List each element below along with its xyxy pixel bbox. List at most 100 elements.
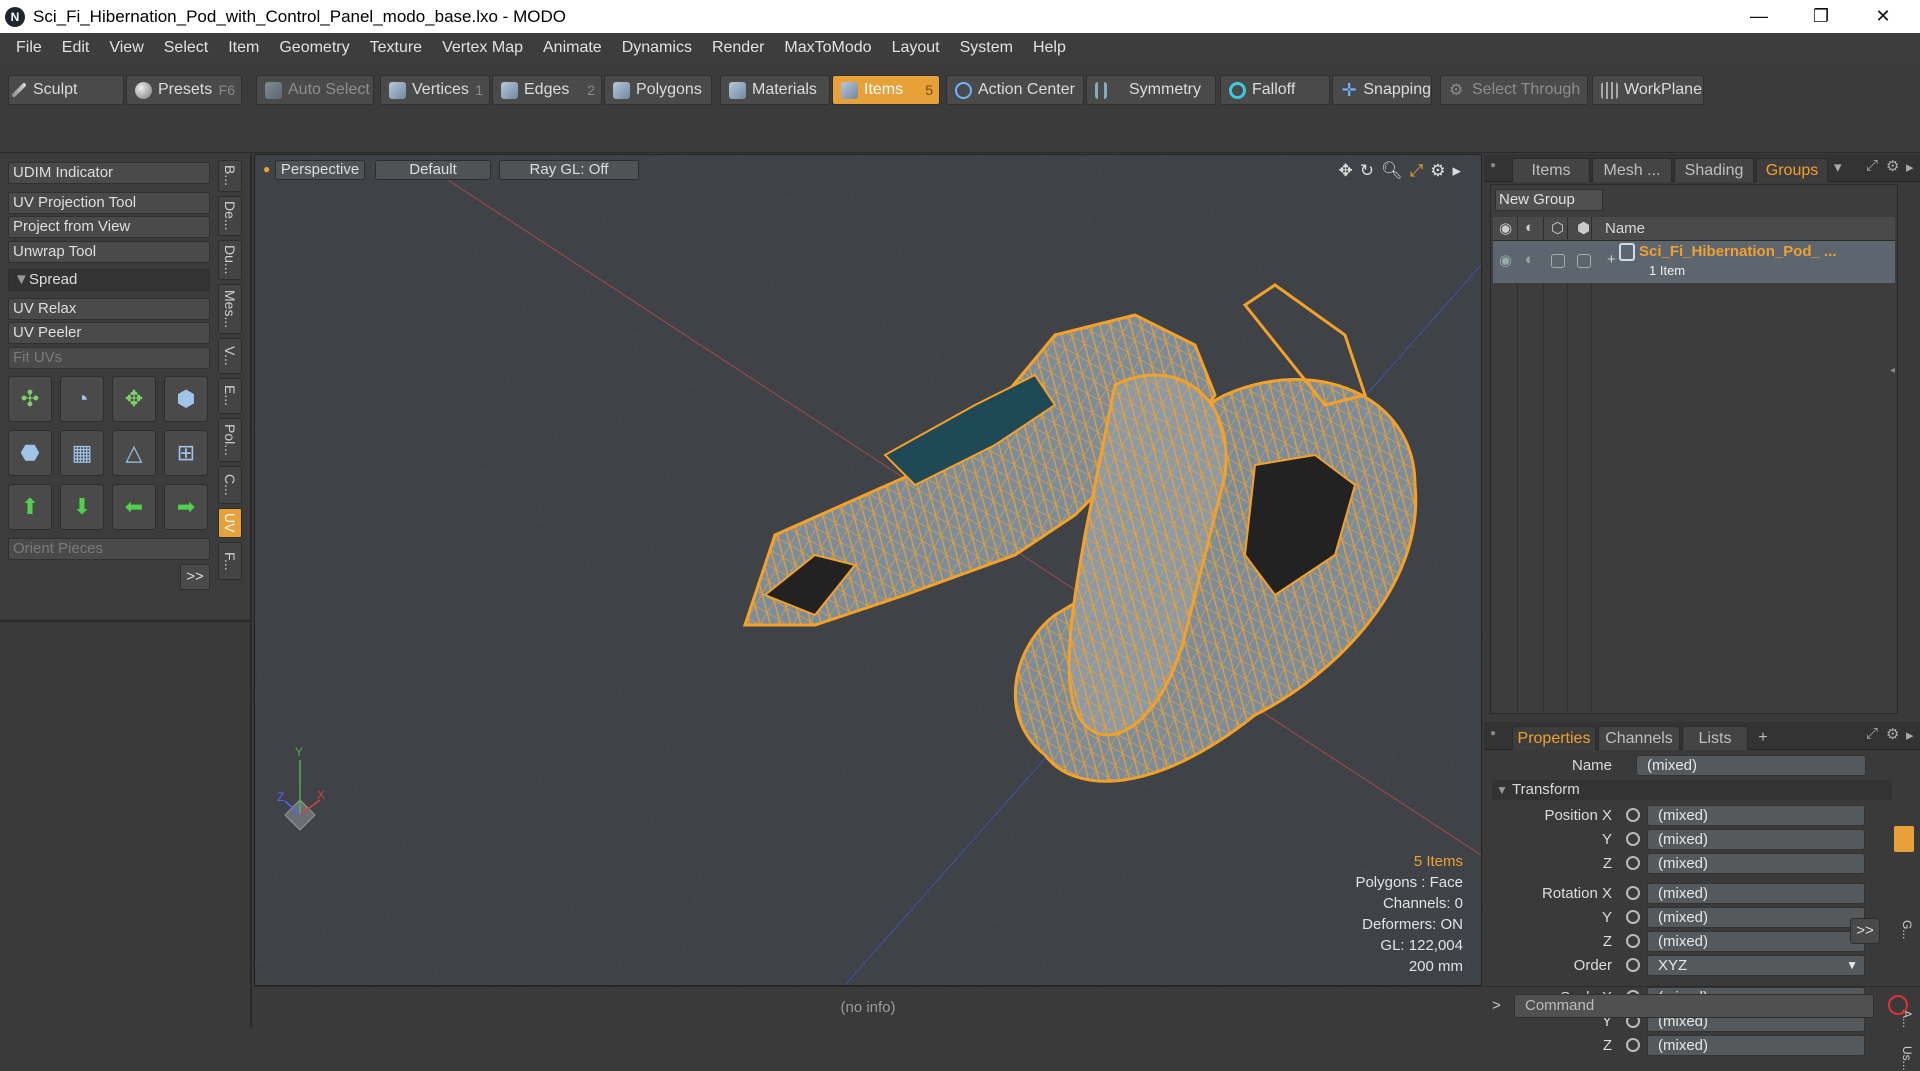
tab-lists[interactable]: Lists [1682, 726, 1748, 750]
viewport-settings-icon[interactable]: ⚙ [1430, 161, 1445, 181]
side-tab-g[interactable]: G... [1894, 920, 1914, 939]
tab-duplicate[interactable]: Du... [218, 240, 242, 280]
popout-icon[interactable]: ⤢ [1866, 157, 1878, 174]
materials-button[interactable]: Materials [720, 75, 830, 105]
menu-item[interactable]: Item [218, 39, 269, 57]
menu-animate[interactable]: Animate [533, 39, 612, 57]
expand-plus-icon[interactable]: + [1607, 251, 1616, 268]
uv-rotate-tool-icon[interactable]: ◔ [60, 376, 104, 422]
udim-indicator-button[interactable]: UDIM Indicator [8, 162, 210, 184]
scrollbar[interactable]: ◂ [1890, 365, 1895, 376]
tab-groups[interactable]: Groups [1756, 158, 1828, 182]
orbit-icon[interactable]: ↻ [1360, 161, 1374, 181]
menu-system[interactable]: System [950, 39, 1023, 57]
tab-shading[interactable]: Shading [1674, 158, 1754, 182]
menu-file[interactable]: File [6, 39, 52, 57]
lock-cube-icon[interactable]: ⬡ [1551, 219, 1564, 237]
shading-dropdown[interactable]: Default [375, 160, 491, 180]
tab-vertex[interactable]: V... [218, 338, 242, 374]
position-y-field[interactable]: (mixed) [1647, 828, 1865, 850]
row-lock-checkbox[interactable] [1551, 254, 1565, 268]
menu-view[interactable]: View [99, 39, 153, 57]
keyframe-dot[interactable] [1626, 958, 1640, 972]
uv-projection-tool-button[interactable]: UV Projection Tool [8, 192, 210, 214]
menu-vertex-map[interactable]: Vertex Map [432, 39, 533, 57]
zoom-icon[interactable]: 🔍︎ [1381, 161, 1403, 181]
rotation-y-field[interactable]: (mixed) [1647, 906, 1865, 928]
uv-relax-button[interactable]: UV Relax [8, 298, 210, 320]
uv-move-tool-icon[interactable]: ✣ [8, 376, 52, 422]
tab-basic[interactable]: B... [218, 160, 242, 192]
more-tools-button[interactable]: >> [180, 564, 210, 590]
rotation-x-field[interactable]: (mixed) [1647, 882, 1865, 904]
tabs-dropdown-icon[interactable]: ▾ [1834, 158, 1842, 176]
tab-properties[interactable]: Properties [1512, 726, 1596, 750]
viewport-expand-arrow-icon[interactable]: ▸ [1452, 161, 1461, 181]
workplane-button[interactable]: WorkPlane [1592, 75, 1704, 105]
tab-mesh[interactable]: Mesh ... [1592, 158, 1672, 182]
row-select-checkbox[interactable] [1577, 254, 1591, 268]
auto-select-button[interactable]: Auto Select [256, 75, 374, 105]
tab-items[interactable]: Items [1512, 158, 1590, 182]
close-button[interactable]: ✕ [1852, 0, 1914, 33]
keyframe-dot[interactable] [1626, 808, 1640, 822]
menu-select[interactable]: Select [154, 39, 218, 57]
project-from-view-button[interactable]: Project from View [8, 216, 210, 238]
vertices-button[interactable]: Vertices 1 [380, 75, 490, 105]
align-down-icon[interactable]: ⬇ [60, 484, 104, 530]
menu-maxtomodo[interactable]: MaxToModo [774, 39, 881, 57]
keyframe-dot[interactable] [1626, 832, 1640, 846]
tab-uv[interactable]: UV [218, 508, 242, 538]
unwrap-tool-button[interactable]: Unwrap Tool [8, 241, 210, 263]
rotation-z-field[interactable]: (mixed) [1647, 930, 1865, 952]
select-through-button[interactable]: ⚙ Select Through [1440, 75, 1588, 105]
render-icon[interactable]: ◐ [1525, 219, 1534, 236]
symmetry-button[interactable]: Symmetry [1086, 75, 1216, 105]
uv-pyramid-icon[interactable]: △ [112, 430, 156, 476]
panel-menu-dot-icon[interactable]: ● [1490, 160, 1496, 171]
3d-viewport[interactable]: Y X Z ● Perspective Default Ray GL: Off … [254, 154, 1482, 986]
keyframe-dot[interactable] [1626, 934, 1640, 948]
props-popout-icon[interactable]: ⤢ [1866, 725, 1878, 742]
sculpt-button[interactable]: Sculpt [8, 75, 124, 105]
align-up-icon[interactable]: ⬆ [8, 484, 52, 530]
row-eye-icon[interactable]: ◉ [1499, 251, 1512, 269]
pan-icon[interactable]: ✥ [1339, 161, 1353, 181]
minimize-button[interactable]: — [1728, 0, 1790, 33]
keyframe-dot[interactable] [1626, 1038, 1640, 1052]
visibility-eye-icon[interactable]: ◉ [1499, 219, 1512, 237]
uv-peeler-button[interactable]: UV Peeler [8, 322, 210, 344]
items-button[interactable]: Items 5 [832, 75, 940, 105]
menu-render[interactable]: Render [702, 39, 774, 57]
tab-curve[interactable]: C... [218, 466, 242, 504]
polygons-button[interactable]: Polygons [604, 75, 712, 105]
keyframe-dot[interactable] [1626, 910, 1640, 924]
viewport-menu-dot-icon[interactable]: ● [263, 162, 270, 176]
maximize-icon[interactable]: ⤢ [1410, 161, 1424, 181]
panel-arrow-icon[interactable]: ▸ [1906, 158, 1914, 176]
presets-button[interactable]: Presets F6 [126, 75, 242, 105]
new-group-button[interactable]: New Group [1495, 189, 1603, 211]
scale-z-field[interactable]: (mixed) [1647, 1034, 1865, 1056]
props-settings-icon[interactable]: ⚙ [1886, 725, 1899, 743]
panel-settings-icon[interactable]: ⚙ [1886, 157, 1899, 175]
name-field[interactable]: (mixed) [1636, 754, 1866, 776]
spread-section[interactable]: ▼ Spread [8, 269, 210, 291]
group-row[interactable]: ◉ ◐ + Sci_Fi_Hibernation_Pod_ ... 1 Item [1493, 241, 1895, 283]
row-render-icon[interactable]: ◐ [1525, 251, 1534, 268]
menu-edit[interactable]: Edit [52, 39, 100, 57]
align-left-icon[interactable]: ⬅ [112, 484, 156, 530]
tab-channels[interactable]: Channels [1598, 726, 1680, 750]
orient-pieces-button[interactable]: Orient Pieces [8, 538, 210, 560]
keyframe-dot[interactable] [1626, 886, 1640, 900]
transform-section[interactable]: ▼ Transform [1492, 780, 1892, 800]
menu-layout[interactable]: Layout [882, 39, 950, 57]
side-tab-us[interactable]: Us... [1894, 1046, 1914, 1071]
more-properties-button[interactable]: >> [1850, 918, 1880, 944]
snapping-button[interactable]: ✛ Snapping [1332, 75, 1432, 105]
align-right-icon[interactable]: ➡ [164, 484, 208, 530]
projection-dropdown[interactable]: Perspective [275, 160, 365, 180]
action-center-button[interactable]: Action Center [946, 75, 1084, 105]
tab-edge[interactable]: E... [218, 378, 242, 414]
keyframe-dot[interactable] [1626, 856, 1640, 870]
